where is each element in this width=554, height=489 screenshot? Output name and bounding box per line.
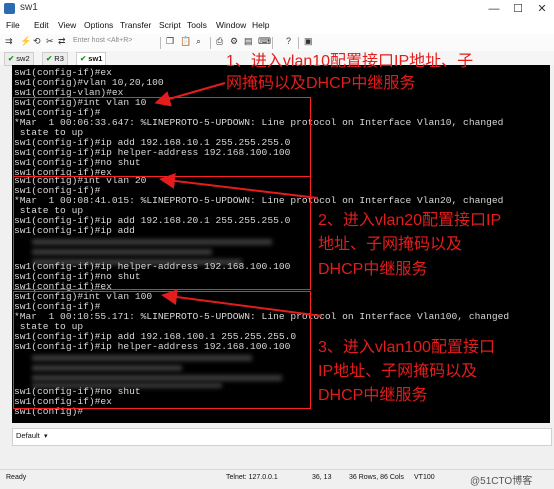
arrow-2	[159, 173, 319, 199]
status-ready: Ready	[6, 474, 27, 481]
annotation-2-line1: 2、进入vlan20配置接口IP	[318, 212, 502, 229]
command-window-label: Default	[16, 431, 40, 440]
annotation-1-line2: 网掩码以及DHCP中继服务	[226, 75, 416, 92]
annotation-3-line1: 3、进入vlan100配置接口	[318, 339, 495, 356]
annotation-2-line2: 地址、子网掩码以及	[318, 236, 463, 253]
arrow-1	[154, 82, 226, 107]
status-bar: Ready Telnet: 127.0.0.1 36, 13 36 Rows, …	[0, 469, 554, 489]
annotation-2-line3: DHCP中继服务	[318, 261, 428, 278]
annotation-3-line3: DHCP中继服务	[318, 387, 428, 404]
arrow-3	[161, 289, 323, 317]
status-connection: Telnet: 127.0.0.1	[226, 474, 278, 481]
status-size: 36 Rows, 86 Cols	[349, 474, 404, 481]
annotation-3-line2: IP地址、子网掩码以及	[318, 363, 478, 380]
status-terminal-type: VT100	[414, 474, 435, 481]
annotation-1-line1: 1、进入vlan10配置接口IP地址、子	[226, 53, 474, 70]
status-cursor: 36, 13	[312, 474, 332, 481]
watermark: @51CTO博客	[470, 476, 533, 487]
command-window[interactable]: Default ▾	[12, 428, 552, 446]
chevron-down-icon[interactable]: ▾	[44, 432, 48, 440]
